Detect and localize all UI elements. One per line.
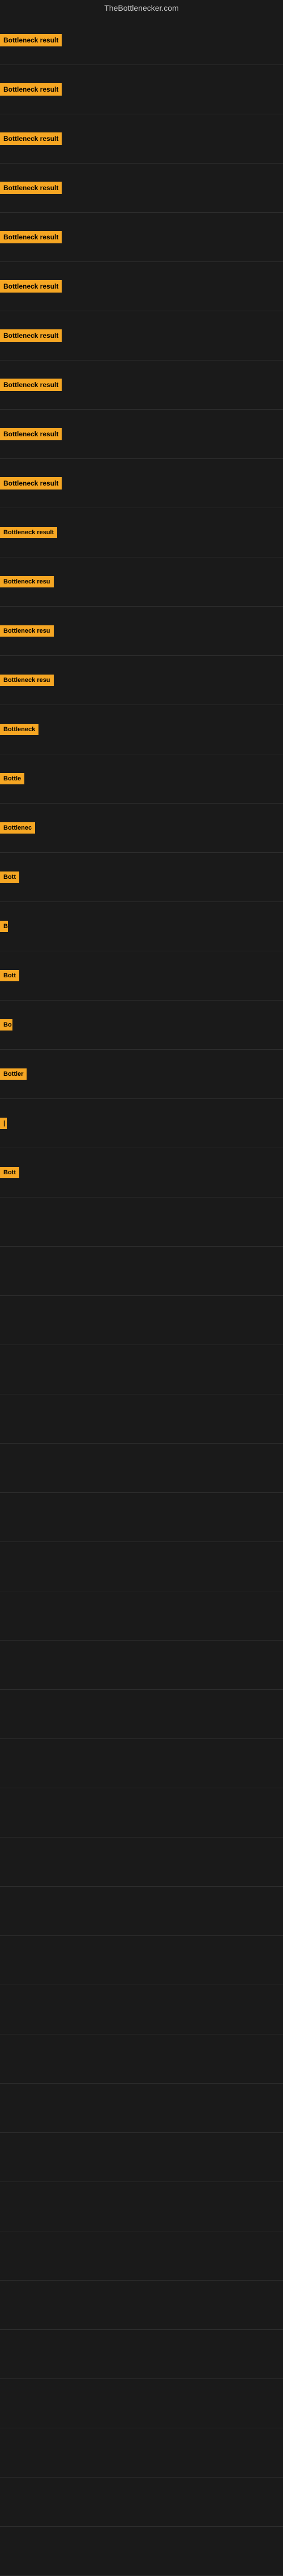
empty-row xyxy=(0,1444,283,1493)
empty-row xyxy=(0,2182,283,2231)
bottleneck-badge: B xyxy=(0,921,8,932)
bottleneck-badge: Bott xyxy=(0,1167,19,1178)
empty-row xyxy=(0,2133,283,2182)
bottleneck-item: Bott xyxy=(0,1148,283,1197)
bottleneck-item: Bottleneck result xyxy=(0,164,283,213)
bottleneck-badge: Bottleneck result xyxy=(0,34,62,46)
bottleneck-badge: Bottlenec xyxy=(0,822,35,834)
empty-row xyxy=(0,1394,283,1444)
bottleneck-item: Bottleneck result xyxy=(0,311,283,360)
bottleneck-item: Bottlenec xyxy=(0,804,283,853)
bottleneck-badge: Bottler xyxy=(0,1068,27,1080)
bottleneck-badge: Bo xyxy=(0,1019,12,1031)
empty-row xyxy=(0,1788,283,1837)
empty-row xyxy=(0,1690,283,1739)
bottleneck-badge: Bottleneck result xyxy=(0,329,62,342)
bottleneck-item: Bottleneck result xyxy=(0,508,283,557)
bottleneck-badge: Bottleneck resu xyxy=(0,625,54,637)
bottleneck-badge: Bottleneck resu xyxy=(0,576,54,587)
bottleneck-item: | xyxy=(0,1099,283,1148)
bottleneck-item: Bottleneck result xyxy=(0,114,283,164)
empty-row xyxy=(0,1296,283,1345)
bottleneck-item: Bottleneck result xyxy=(0,360,283,410)
bottleneck-badge: Bottleneck result xyxy=(0,132,62,145)
bottleneck-badge: | xyxy=(0,1118,7,1129)
bottleneck-item: Bottleneck result xyxy=(0,262,283,311)
empty-row xyxy=(0,1837,283,1887)
page-wrapper: TheBottlenecker.com Bottleneck resultBot… xyxy=(0,0,283,2576)
empty-row xyxy=(0,1247,283,1296)
bottleneck-item: Bottleneck resu xyxy=(0,557,283,607)
bottleneck-badge: Bottleneck result xyxy=(0,280,62,293)
empty-row xyxy=(0,1936,283,1985)
bottleneck-item: Bott xyxy=(0,951,283,1001)
empty-row xyxy=(0,2478,283,2527)
empty-row xyxy=(0,2281,283,2330)
empty-row xyxy=(0,1739,283,1788)
bottleneck-item: Bottleneck result xyxy=(0,16,283,65)
bottleneck-item: Bottleneck result xyxy=(0,459,283,508)
bottleneck-item: Bo xyxy=(0,1001,283,1050)
empty-row xyxy=(0,2330,283,2379)
bottleneck-item: Bottler xyxy=(0,1050,283,1099)
bottleneck-badge: Bottleneck result xyxy=(0,428,62,440)
empty-row xyxy=(0,1493,283,1542)
empty-row xyxy=(0,2527,283,2576)
rows-container: Bottleneck result Bottleneck result Bottle… xyxy=(0,16,283,2576)
bottleneck-item: Bottleneck xyxy=(0,705,283,754)
empty-row xyxy=(0,2379,283,2428)
bottleneck-item: B xyxy=(0,902,283,951)
empty-row xyxy=(0,1887,283,1936)
bottleneck-badge: Bott xyxy=(0,871,19,883)
bottleneck-item: Bott xyxy=(0,853,283,902)
empty-row xyxy=(0,1591,283,1641)
bottleneck-badge: Bottleneck result xyxy=(0,83,62,96)
empty-row xyxy=(0,1542,283,1591)
bottleneck-badge: Bottle xyxy=(0,773,24,784)
site-title-text: TheBottlenecker.com xyxy=(104,3,179,12)
bottleneck-item: Bottleneck result xyxy=(0,65,283,114)
empty-row xyxy=(0,2231,283,2281)
bottleneck-badge: Bottleneck resu xyxy=(0,675,54,686)
bottleneck-badge: Bottleneck xyxy=(0,724,38,735)
bottleneck-item: Bottleneck result xyxy=(0,410,283,459)
bottleneck-item: Bottleneck resu xyxy=(0,607,283,656)
empty-row xyxy=(0,2034,283,2084)
bottleneck-item: Bottleneck result xyxy=(0,213,283,262)
bottleneck-item: Bottleneck resu xyxy=(0,656,283,705)
empty-row xyxy=(0,1197,283,1247)
bottleneck-badge: Bottleneck result xyxy=(0,477,62,490)
bottleneck-badge: Bottleneck result xyxy=(0,182,62,194)
bottleneck-item: Bottle xyxy=(0,754,283,804)
empty-row xyxy=(0,2084,283,2133)
empty-row xyxy=(0,1985,283,2034)
bottleneck-badge: Bott xyxy=(0,970,19,981)
site-title: TheBottlenecker.com xyxy=(0,0,283,16)
empty-row xyxy=(0,1641,283,1690)
empty-row xyxy=(0,1345,283,1394)
bottleneck-badge: Bottleneck result xyxy=(0,379,62,391)
bottleneck-badge: Bottleneck result xyxy=(0,527,57,538)
bottleneck-badge: Bottleneck result xyxy=(0,231,62,243)
empty-row xyxy=(0,2428,283,2478)
